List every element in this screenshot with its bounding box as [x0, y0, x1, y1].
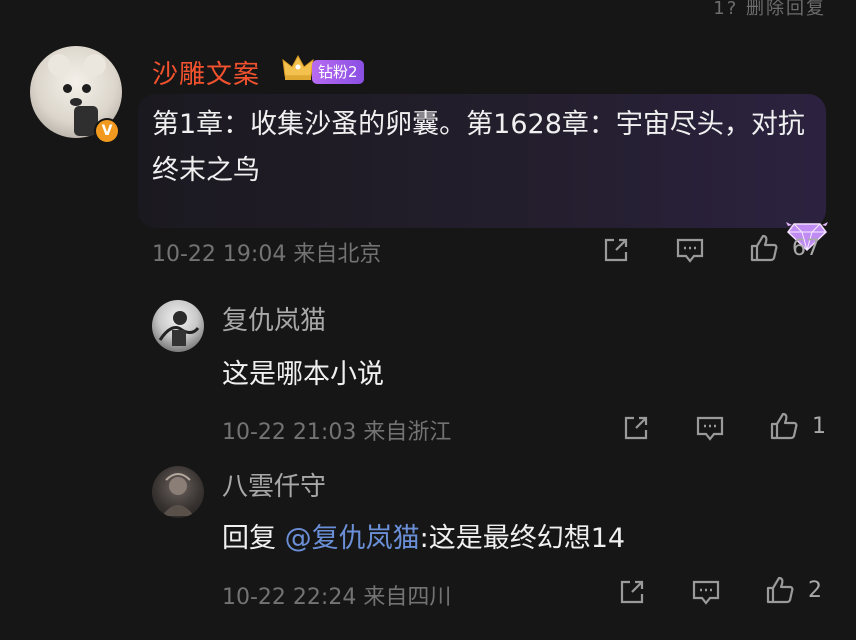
avatar[interactable]	[152, 300, 204, 352]
comment-icon[interactable]	[690, 576, 722, 608]
share-icon[interactable]	[616, 576, 648, 608]
like-count: 2	[808, 578, 822, 603]
comment-meta: 10-22 19:04 来自北京	[152, 242, 382, 267]
fan-badge: 钻粉2	[312, 60, 364, 84]
like-count: 67	[792, 236, 820, 261]
reply-meta: 10-22 22:24 来自四川	[222, 585, 452, 610]
crown-icon	[282, 54, 314, 80]
verified-badge: V	[94, 118, 120, 144]
reply-author-name[interactable]: 复仇岚猫	[222, 300, 326, 337]
reply-meta: 10-22 21:03 来自浙江	[222, 420, 452, 445]
mention-link[interactable]: @复仇岚猫	[285, 523, 420, 554]
thumbs-up-icon[interactable]	[748, 232, 780, 264]
comment-icon[interactable]	[694, 412, 726, 444]
reply-text: 这是哪本小说	[222, 359, 384, 390]
reply-author-name[interactable]: 八雲仟守	[222, 466, 326, 503]
thumbs-up-icon[interactable]	[764, 574, 796, 606]
share-icon[interactable]	[600, 234, 632, 266]
reply-prefix: 回复	[222, 523, 285, 554]
top-status-text: 1? 删除回复	[713, 0, 826, 19]
comment-text: 第1章：收集沙蚤的卵囊。第1628章：宇宙尽头，对抗终末之鸟	[152, 109, 805, 186]
reply-body: :这是最终幻想14	[419, 523, 626, 554]
reply-text: 回复 @复仇岚猫:这是最终幻想14	[222, 516, 625, 555]
share-icon[interactable]	[620, 412, 652, 444]
avatar[interactable]	[152, 466, 204, 518]
comment-author-name[interactable]: 沙雕文案	[152, 54, 260, 91]
like-count: 1	[812, 414, 826, 439]
comment-icon[interactable]	[674, 234, 706, 266]
thumbs-up-icon[interactable]	[768, 410, 800, 442]
